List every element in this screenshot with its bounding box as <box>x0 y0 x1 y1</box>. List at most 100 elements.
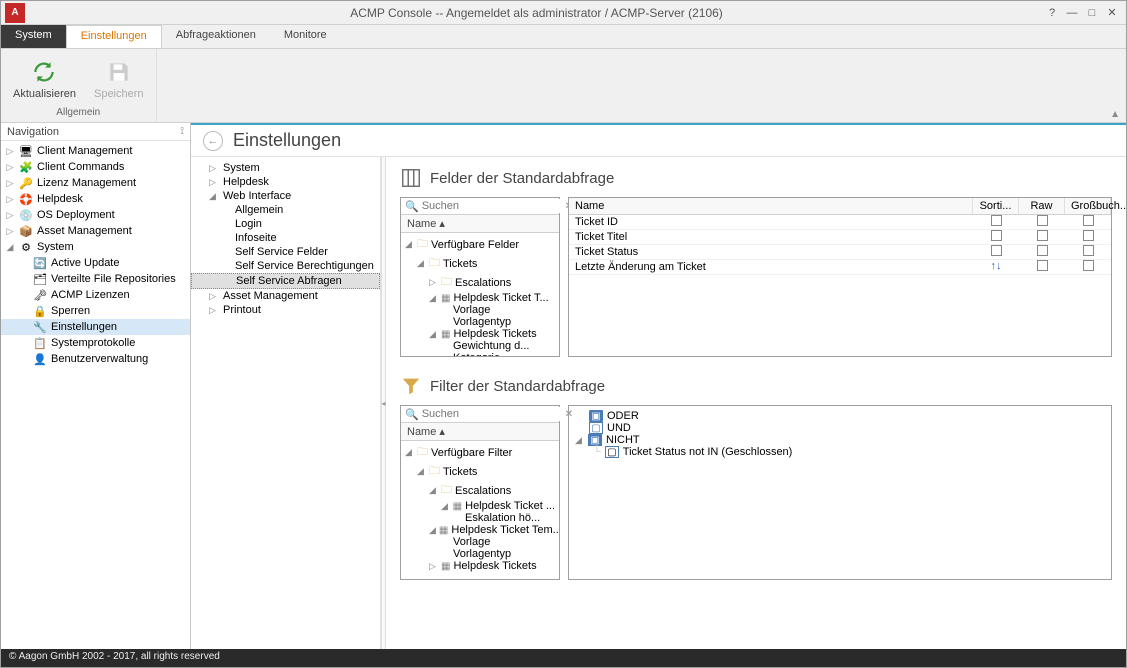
subtree-helpdesk[interactable]: ▷Helpdesk <box>191 175 380 189</box>
app-logo: A <box>5 3 25 23</box>
nav-item-system[interactable]: ◢⚙System <box>1 239 190 255</box>
grid-row[interactable]: Ticket Titel <box>569 230 1111 245</box>
tree-node[interactable]: ◢🗀Tickets <box>403 462 557 481</box>
status-footer: © Aagon GmbH 2002 - 2017, all rights res… <box>1 649 1126 667</box>
search-icon: 🔍 <box>405 408 419 421</box>
tree-node[interactable]: Gewichtung d... <box>403 340 557 352</box>
detail-panel: Felder der Standardabfrage 🔍 ✕ Name ▴ ◢🗀… <box>386 157 1126 649</box>
pin-icon[interactable]: ⟟ <box>180 126 184 137</box>
tab-monitore[interactable]: Monitore <box>270 25 341 48</box>
subtree-allgemein[interactable]: Allgemein <box>191 203 380 217</box>
back-button[interactable]: ← <box>203 131 223 151</box>
grid-col-gross[interactable]: Großbuch... <box>1065 198 1111 214</box>
subtree-system[interactable]: ▷System <box>191 161 380 175</box>
nicht-icon: ▣ <box>588 434 602 446</box>
content-header: ← Einstellungen <box>191 125 1126 157</box>
grid-row[interactable]: Ticket Status <box>569 245 1111 260</box>
nav-item-client-management[interactable]: ▷🖥Client Management <box>1 143 190 159</box>
minimize-icon[interactable]: — <box>1064 5 1080 21</box>
refresh-icon <box>30 58 58 86</box>
grid-col-name[interactable]: Name <box>569 198 973 214</box>
subtree-infoseite[interactable]: Infoseite <box>191 231 380 245</box>
grid-col-raw[interactable]: Raw <box>1019 198 1065 214</box>
tree-node[interactable]: ◢🗀Verfügbare Filter <box>403 443 557 462</box>
nav-subitem-einstellungen[interactable]: 🔧Einstellungen <box>1 319 190 335</box>
tab-einstellungen[interactable]: Einstellungen <box>66 25 162 48</box>
navigation-tree: ▷🖥Client Management▷🧩Client Commands▷🔑Li… <box>1 141 190 649</box>
tab-system[interactable]: System <box>1 25 66 48</box>
grid-col-sort[interactable]: Sorti... <box>973 198 1019 214</box>
filter-tree-box: 🔍 ✕ Name ▴ ◢🗀Verfügbare Filter◢🗀Tickets◢… <box>400 405 560 580</box>
help-icon[interactable]: ? <box>1044 5 1060 21</box>
page-title: Einstellungen <box>233 130 341 151</box>
navigation-header: Navigation ⟟ <box>1 123 190 141</box>
nav-subitem-acmp-lizenzen[interactable]: 🗝ACMP Lizenzen <box>1 287 190 303</box>
nav-item-client-commands[interactable]: ▷🧩Client Commands <box>1 159 190 175</box>
nav-item-lizenz-management[interactable]: ▷🔑Lizenz Management <box>1 175 190 191</box>
close-icon[interactable]: ✕ <box>1104 5 1120 21</box>
subtree-self-service-berechtigungen[interactable]: Self Service Berechtigungen <box>191 259 380 273</box>
felder-tree: ◢🗀Verfügbare Felder◢🗀Tickets▷🗀Escalation… <box>401 233 559 356</box>
tree-node[interactable]: ◢▦Helpdesk Tickets <box>403 328 557 340</box>
menubar: System Einstellungen Abfrageaktionen Mon… <box>1 25 1126 49</box>
tree-node[interactable]: ◢🗀Verfügbare Felder <box>403 235 557 254</box>
tree-node[interactable]: ◢▦Helpdesk Ticket ... <box>403 500 557 512</box>
refresh-label: Aktualisieren <box>13 88 76 100</box>
tree-node[interactable]: Kategorie <box>403 352 557 356</box>
filter-col-header[interactable]: Name ▴ <box>401 423 559 441</box>
nav-subitem-sperren[interactable]: 🔒Sperren <box>1 303 190 319</box>
nav-subitem-verteilte-file-repositories[interactable]: 🗂Verteilte File Repositories <box>1 271 190 287</box>
oder-icon: ▣ <box>589 410 603 422</box>
save-button[interactable]: Speichern <box>88 56 150 102</box>
section-filter: Filter der Standardabfrage 🔍 ✕ Name ▴ ◢🗀… <box>400 375 1112 580</box>
subtree-web-interface[interactable]: ◢Web Interface <box>191 189 380 203</box>
tree-node[interactable]: ◢🗀Escalations <box>403 481 557 500</box>
maximize-icon[interactable]: □ <box>1084 5 1100 21</box>
tree-node[interactable]: Vorlagentyp <box>403 548 557 560</box>
save-icon <box>105 58 133 86</box>
titlebar: A ACMP Console -- Angemeldet als adminis… <box>1 1 1126 25</box>
subtree-asset-management[interactable]: ▷Asset Management <box>191 289 380 303</box>
nav-subitem-benutzerverwaltung[interactable]: 👤Benutzerverwaltung <box>1 351 190 367</box>
section-felder: Felder der Standardabfrage 🔍 ✕ Name ▴ ◢🗀… <box>400 167 1112 357</box>
ribbon-group-label: Allgemein <box>56 107 100 120</box>
nav-subitem-active-update[interactable]: 🔄Active Update <box>1 255 190 271</box>
tab-abfrageaktionen[interactable]: Abfrageaktionen <box>162 25 270 48</box>
filter-search-input[interactable] <box>421 407 565 421</box>
grid-row[interactable]: Letzte Änderung am Ticket↑↓ <box>569 260 1111 275</box>
tree-node[interactable]: Eskalation hö... <box>403 512 557 524</box>
columns-icon <box>400 167 422 189</box>
felder-col-header[interactable]: Name ▴ <box>401 215 559 233</box>
condition-icon: ▢ <box>605 446 619 458</box>
filter-op-und[interactable]: ▢ UND <box>573 422 1107 434</box>
filter-condition[interactable]: └ ▢ Ticket Status not IN (Geschlossen) <box>573 446 1107 458</box>
subtree-login[interactable]: Login <box>191 217 380 231</box>
nav-item-os-deployment[interactable]: ▷💿OS Deployment <box>1 207 190 223</box>
filter-op-oder[interactable]: ▣ ODER <box>573 410 1107 422</box>
filter-expression-box: ▣ ODER ▢ UND ◢ ▣ NICHT <box>568 405 1112 580</box>
nav-item-asset-management[interactable]: ▷📦Asset Management <box>1 223 190 239</box>
funnel-icon <box>400 375 422 397</box>
subtree-self-service-abfragen[interactable]: Self Service Abfragen <box>191 273 380 289</box>
ribbon: Aktualisieren Speichern Allgemein ▲ <box>1 49 1126 123</box>
tree-node[interactable]: ◢🗀Tickets <box>403 254 557 273</box>
section-title-felder: Felder der Standardabfrage <box>430 170 614 187</box>
tree-node[interactable]: ◢▦Helpdesk Ticket Tem... <box>403 524 557 536</box>
nav-subitem-systemprotokolle[interactable]: 📋Systemprotokolle <box>1 335 190 351</box>
navigation-panel: Navigation ⟟ ▷🖥Client Management▷🧩Client… <box>1 123 191 649</box>
felder-search-input[interactable] <box>421 199 565 213</box>
tree-node[interactable]: Vorlagentyp <box>403 316 557 328</box>
tree-node[interactable]: Vorlage <box>403 536 557 548</box>
subtree-printout[interactable]: ▷Printout <box>191 303 380 317</box>
grid-row[interactable]: Ticket ID <box>569 215 1111 230</box>
search-icon: 🔍 <box>405 200 419 213</box>
nav-item-helpdesk[interactable]: ▷🛟Helpdesk <box>1 191 190 207</box>
tree-node[interactable]: ▷▦Helpdesk Tickets <box>403 560 557 572</box>
tree-node[interactable]: ◢▦Helpdesk Ticket T... <box>403 292 557 304</box>
subtree-self-service-felder[interactable]: Self Service Felder <box>191 245 380 259</box>
tree-node[interactable]: ▷🗀Escalations <box>403 273 557 292</box>
refresh-button[interactable]: Aktualisieren <box>7 56 82 102</box>
tree-node[interactable]: Vorlage <box>403 304 557 316</box>
filter-op-nicht[interactable]: ◢ ▣ NICHT <box>573 434 1107 446</box>
ribbon-collapse-icon[interactable]: ▲ <box>1110 109 1120 120</box>
